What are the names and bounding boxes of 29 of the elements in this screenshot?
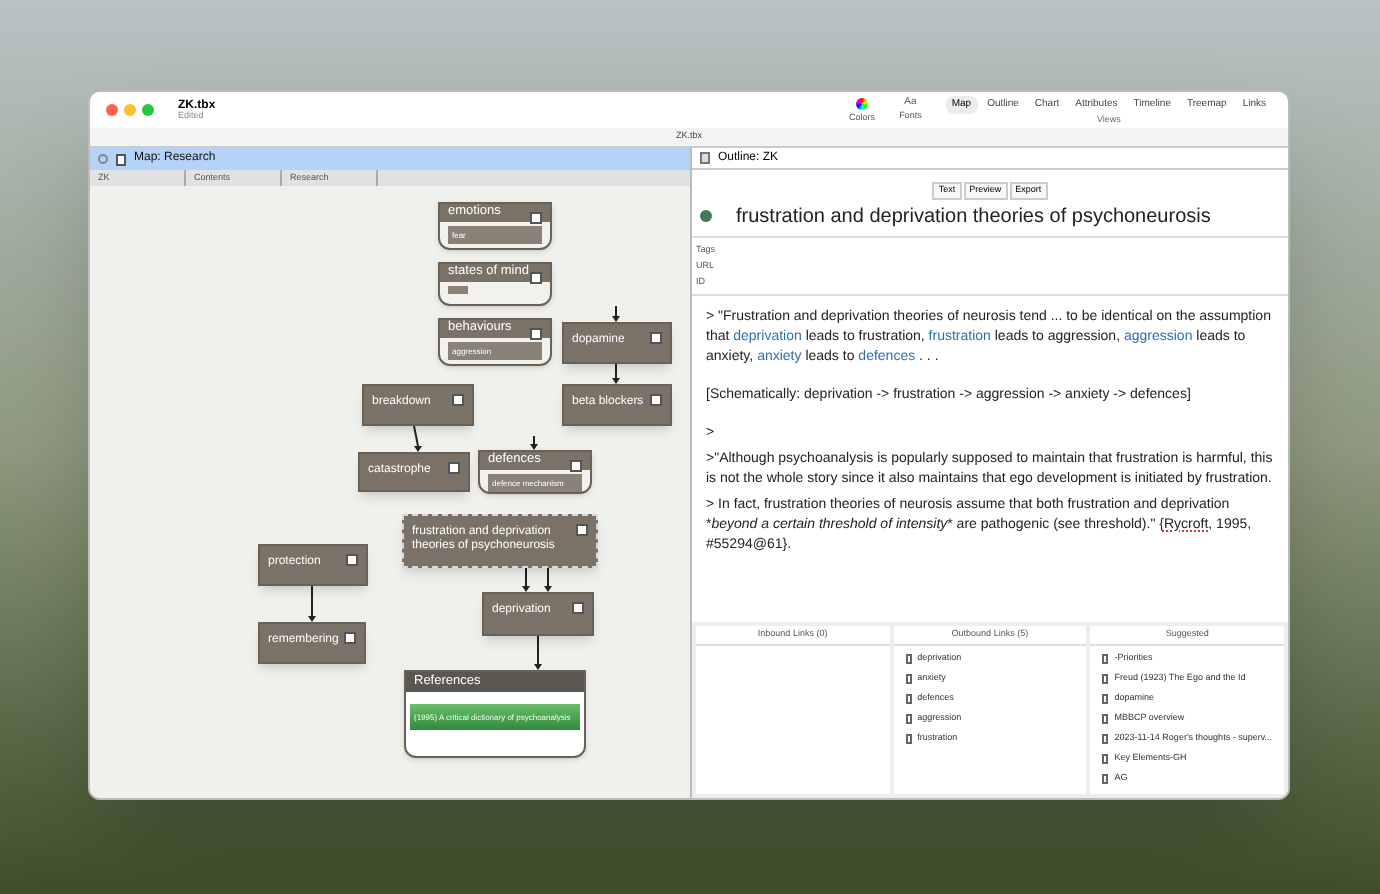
- link-arrow: [534, 635, 542, 670]
- child-note: [448, 286, 468, 294]
- link-arrow: [612, 305, 620, 322]
- badge-icon: [700, 210, 712, 223]
- note-corner-icon: [448, 462, 460, 474]
- link-arrow: [612, 363, 620, 384]
- close-button[interactable]: [106, 104, 118, 116]
- note-corner-icon: [650, 332, 662, 344]
- note-corner-icon: [570, 460, 582, 472]
- map-view-icon: [116, 153, 126, 165]
- note-corner-icon: [530, 212, 542, 224]
- outline-view-icon: [700, 152, 710, 164]
- note-corner-icon: [530, 328, 542, 340]
- zoom-button[interactable]: [142, 104, 154, 116]
- link-arrow: [308, 585, 316, 622]
- link-arrow: [530, 435, 538, 450]
- note-corner-icon: [650, 394, 662, 406]
- color-wheel-icon: [856, 97, 869, 110]
- note-corner-icon: [346, 554, 358, 566]
- minimize-button[interactable]: [124, 104, 136, 116]
- note-corner-icon: [572, 602, 584, 614]
- link-arrow: [544, 567, 552, 592]
- note-corner-icon: [452, 394, 464, 406]
- note-title: frustration and deprivation theories of psychoneurosis: [736, 203, 1211, 232]
- note-corner-icon: [344, 632, 356, 644]
- note-corner-icon: [576, 524, 588, 536]
- link-arrow: [522, 567, 530, 592]
- link-arrow: [413, 425, 422, 452]
- note-corner-icon: [530, 272, 542, 284]
